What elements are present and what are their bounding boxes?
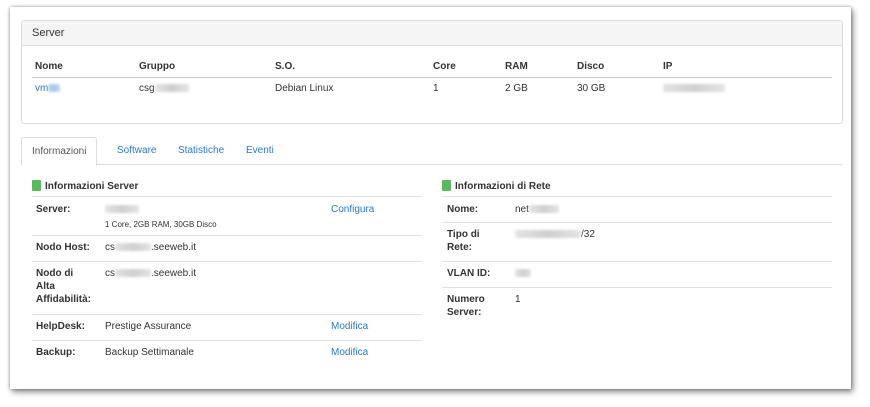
divider bbox=[442, 196, 832, 197]
subnet-suffix: /32 bbox=[581, 229, 595, 240]
server-name-cell[interactable]: vm bbox=[32, 78, 136, 100]
column-header: RAM bbox=[502, 57, 574, 78]
divider bbox=[32, 235, 422, 236]
server-name-link[interactable]: vm bbox=[35, 83, 48, 94]
backup-value: Backup Settimanale bbox=[105, 347, 194, 358]
section-title-text: Informazioni Server bbox=[45, 181, 139, 192]
redacted-text bbox=[528, 205, 559, 214]
section-title-text: Informazioni di Rete bbox=[455, 181, 551, 192]
nodo-host-value: cs .seeweb.it bbox=[105, 241, 196, 254]
label-line: Alta bbox=[36, 281, 55, 292]
host-suffix: .seeweb.it bbox=[151, 242, 197, 253]
divider bbox=[32, 196, 422, 197]
net-info-title: Informazioni di Rete bbox=[442, 180, 551, 193]
net-nome-label: Nome: bbox=[447, 204, 479, 215]
tab-bar: Informazioni Software Statistiche Eventi bbox=[21, 137, 842, 166]
redacted-text bbox=[105, 205, 139, 214]
net-nome-value: net bbox=[515, 203, 559, 216]
server-table: Nome Gruppo S.O. Core RAM Disco IP vm cs… bbox=[32, 57, 832, 99]
column-header: Gruppo bbox=[136, 57, 272, 78]
redacted-text bbox=[154, 84, 189, 93]
host-suffix: .seeweb.it bbox=[151, 268, 197, 279]
server-panel: Server Nome Gruppo S.O. Core RAM Disco I… bbox=[21, 20, 843, 124]
modifica-helpdesk-link[interactable]: Modifica bbox=[331, 320, 368, 333]
nodo-alta-value: cs .seeweb.it bbox=[105, 267, 196, 280]
server-info-title: Informazioni Server bbox=[32, 180, 138, 193]
content-frame: Server Nome Gruppo S.O. Core RAM Disco I… bbox=[10, 7, 851, 389]
tab-statistiche[interactable]: Statistiche bbox=[168, 137, 234, 164]
divider bbox=[442, 287, 832, 288]
tipo-rete-label: Tipo di Rete: bbox=[447, 228, 480, 254]
nodo-alta-label: Nodo di Alta Affidabilità: bbox=[36, 267, 91, 306]
divider bbox=[32, 261, 422, 262]
helpdesk-value: Prestige Assurance bbox=[105, 321, 192, 332]
disk-cell: 30 GB bbox=[577, 83, 606, 94]
redacted-text bbox=[115, 269, 151, 278]
numero-server-value: 1 bbox=[515, 294, 521, 305]
tab-eventi[interactable]: Eventi bbox=[236, 137, 284, 164]
column-header: S.O. bbox=[272, 57, 430, 78]
tab-software[interactable]: Software bbox=[107, 137, 166, 164]
host-prefix: cs bbox=[105, 268, 115, 279]
column-header: IP bbox=[660, 57, 832, 78]
server-spec: 1 Core, 2GB RAM, 30GB Disco bbox=[105, 220, 217, 229]
ip-cell bbox=[660, 78, 832, 100]
divider bbox=[32, 340, 422, 341]
os-cell: Debian Linux bbox=[275, 83, 334, 94]
modifica-backup-link[interactable]: Modifica bbox=[331, 346, 368, 359]
table-header-row: Nome Gruppo S.O. Core RAM Disco IP bbox=[32, 57, 832, 78]
divider bbox=[442, 222, 832, 223]
label-line: Tipo di bbox=[447, 229, 480, 240]
column-header: Nome bbox=[32, 57, 136, 78]
redacted-text bbox=[663, 84, 725, 93]
vlan-label: VLAN ID: bbox=[447, 268, 491, 279]
backup-label: Backup: bbox=[36, 347, 76, 358]
label-line: Server: bbox=[447, 307, 482, 318]
label-line: Affidabilità: bbox=[36, 294, 91, 305]
group-value: csg bbox=[139, 83, 155, 94]
server-label: Server: bbox=[36, 204, 71, 215]
helpdesk-label: HelpDesk: bbox=[36, 321, 85, 332]
green-square-icon bbox=[32, 180, 41, 191]
divider bbox=[32, 314, 422, 315]
green-square-icon bbox=[442, 180, 451, 191]
redacted-text bbox=[115, 243, 151, 252]
tab-informazioni[interactable]: Informazioni bbox=[21, 137, 98, 166]
group-cell: csg bbox=[136, 78, 272, 100]
divider bbox=[442, 261, 832, 262]
panel-title: Server bbox=[22, 21, 842, 46]
table-row: vm csg Debian Linux 1 2 GB 30 GB bbox=[32, 78, 832, 100]
tipo-rete-value: /32 bbox=[515, 228, 595, 241]
redacted-text bbox=[515, 269, 531, 278]
configura-link[interactable]: Configura bbox=[331, 203, 374, 216]
redacted-text bbox=[48, 84, 61, 93]
label-line: Rete: bbox=[447, 242, 473, 253]
label-line: Nodo di bbox=[36, 268, 74, 279]
label-line: Numero bbox=[447, 294, 485, 305]
server-value bbox=[105, 203, 139, 216]
column-header: Disco bbox=[574, 57, 660, 78]
column-header: Core bbox=[430, 57, 502, 78]
host-prefix: cs bbox=[105, 242, 115, 253]
core-cell: 1 bbox=[433, 83, 439, 94]
redacted-text bbox=[515, 230, 581, 239]
net-prefix: net bbox=[515, 204, 529, 215]
numero-server-label: Numero Server: bbox=[447, 293, 485, 319]
nodo-host-label: Nodo Host: bbox=[36, 242, 90, 253]
ram-cell: 2 GB bbox=[505, 83, 528, 94]
vlan-value bbox=[515, 267, 531, 280]
